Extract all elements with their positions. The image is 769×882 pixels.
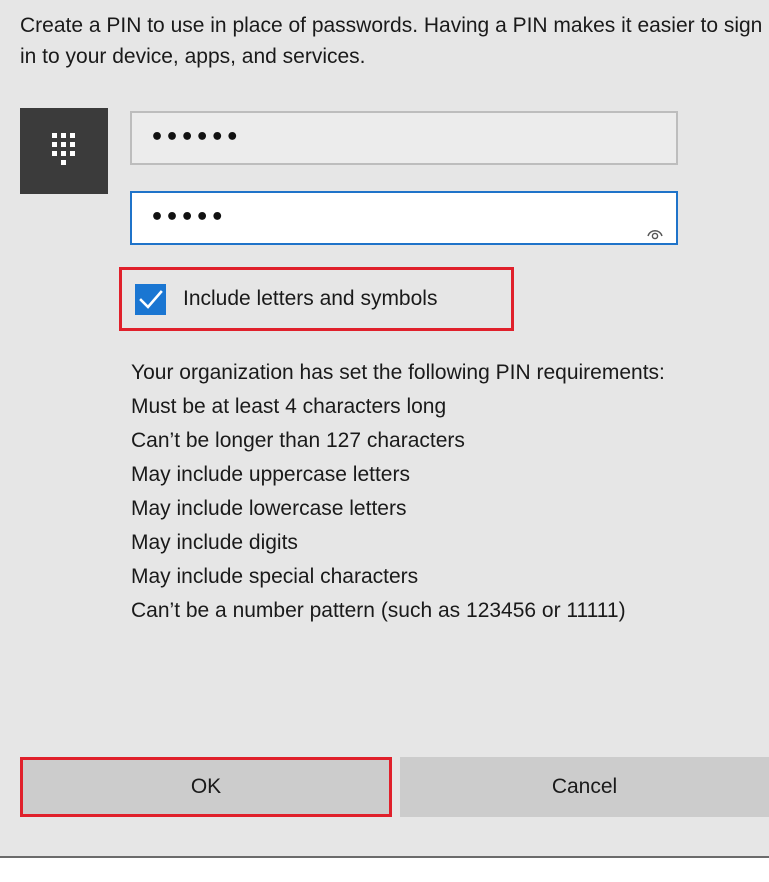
keypad-icon [20,108,108,194]
cancel-button[interactable]: Cancel [400,757,769,817]
intro-text: Create a PIN to use in place of password… [20,14,763,68]
confirm-pin-masked-value: ••••• [150,205,226,230]
requirements-heading: Your organization has set the following … [131,361,665,384]
include-letters-checkbox[interactable] [135,284,166,315]
pin-setup-dialog: Create a PIN to use in place of password… [0,0,769,858]
include-letters-symbols-option[interactable]: Include letters and symbols [119,267,514,331]
ok-button[interactable]: OK [20,757,392,817]
checkmark-icon [139,290,163,309]
new-pin-input[interactable]: •••••• [130,111,678,165]
include-letters-checkbox-label[interactable]: Include letters and symbols [183,284,437,314]
eye-icon[interactable] [646,210,664,240]
requirement-item: Can’t be a number pattern (such as 12345… [131,599,626,622]
requirement-item: May include uppercase letters [131,463,410,486]
confirm-pin-input[interactable]: ••••• [130,191,678,245]
requirement-item: Can’t be longer than 127 characters [131,429,465,452]
requirement-item: May include digits [131,531,298,554]
new-pin-masked-value: •••••• [150,125,241,150]
pin-requirements-list: Your organization has set the following … [131,356,691,628]
requirement-item: Must be at least 4 characters long [131,395,447,418]
requirement-item: May include special characters [131,565,419,588]
requirement-item: May include lowercase letters [131,497,407,520]
